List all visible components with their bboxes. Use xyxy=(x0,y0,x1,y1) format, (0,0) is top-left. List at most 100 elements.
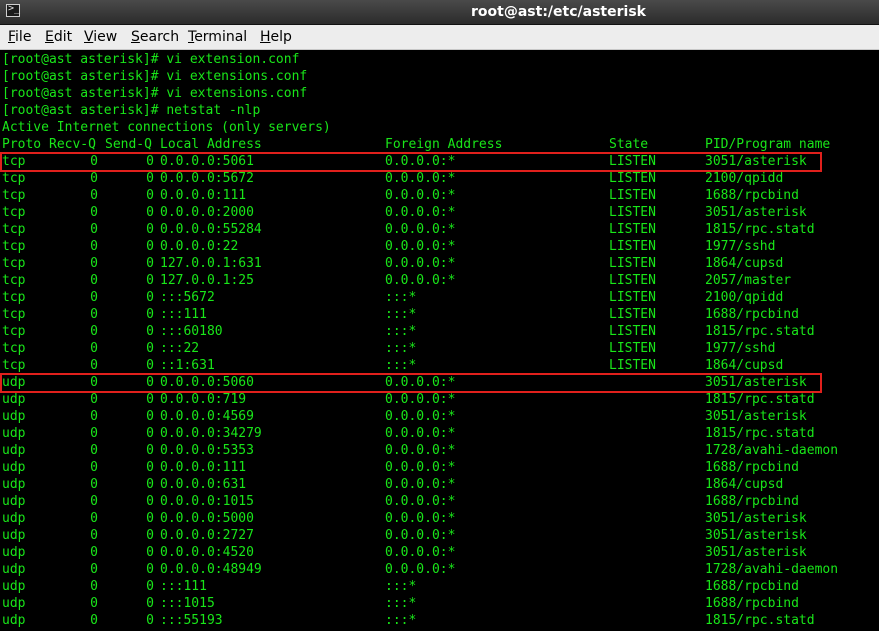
cell-sendq: 0 xyxy=(146,205,154,220)
cell-local: ::1:631 xyxy=(160,358,215,373)
cell-local: 0.0.0.0:48949 xyxy=(160,562,262,577)
cell-foreign: 0.0.0.0:* xyxy=(385,477,456,492)
cell-sendq: 0 xyxy=(146,409,154,424)
cell-pid: 2100/qpidd xyxy=(705,171,784,186)
window-title: root@ast:/etc/asterisk xyxy=(471,4,646,20)
cell-pid: 1977/sshd xyxy=(705,239,776,254)
cell-pid: 1688/rpcbind xyxy=(705,307,799,322)
cell-sendq: 0 xyxy=(146,494,154,509)
cell-pid: 1815/rpc.statd xyxy=(705,222,815,237)
column-header-pid: PID/Program name xyxy=(705,137,831,152)
cell-local: 0.0.0.0:5061 xyxy=(160,154,254,169)
cell-sendq: 0 xyxy=(146,358,154,373)
cell-sendq: 0 xyxy=(146,511,154,526)
cell-sendq: 0 xyxy=(146,545,154,560)
cell-foreign: :::* xyxy=(385,358,417,373)
menu-view[interactable]: View xyxy=(84,28,117,46)
cell-local: :::1015 xyxy=(160,596,215,611)
cell-state: LISTEN xyxy=(609,188,656,203)
cell-pid: 1864/cupsd xyxy=(705,256,784,271)
cell-local: :::22 xyxy=(160,341,200,356)
menu-terminal[interactable]: Terminal xyxy=(188,28,247,46)
cell-local: 0.0.0.0:34279 xyxy=(160,426,262,441)
cell-pid: 3051/asterisk xyxy=(705,205,807,220)
cell-pid: 2100/qpidd xyxy=(705,290,784,305)
cell-pid: 3051/asterisk xyxy=(705,409,807,424)
cell-local: 127.0.0.1:631 xyxy=(160,256,262,271)
cell-pid: 1977/sshd xyxy=(705,341,776,356)
column-header-sendq: Send-Q xyxy=(105,137,152,152)
cell-foreign: :::* xyxy=(385,613,417,628)
cell-foreign: :::* xyxy=(385,307,417,322)
cell-foreign: 0.0.0.0:* xyxy=(385,494,456,509)
menu-label: iew xyxy=(93,29,118,45)
menu-mnemonic: F xyxy=(8,29,16,45)
cell-state: LISTEN xyxy=(609,341,656,356)
cell-foreign: 0.0.0.0:* xyxy=(385,256,456,271)
cell-foreign: 0.0.0.0:* xyxy=(385,222,456,237)
cell-local: :::111 xyxy=(160,579,207,594)
cell-sendq: 0 xyxy=(146,613,154,628)
cell-state: LISTEN xyxy=(609,358,656,373)
cell-pid: 1688/rpcbind xyxy=(705,596,799,611)
cell-sendq: 0 xyxy=(146,460,154,475)
cell-pid: 1864/cupsd xyxy=(705,477,784,492)
menu-label: elp xyxy=(270,29,292,45)
cell-foreign: 0.0.0.0:* xyxy=(385,205,456,220)
cell-pid: 1688/rpcbind xyxy=(705,494,799,509)
cell-foreign: 0.0.0.0:* xyxy=(385,392,456,407)
cell-pid: 3051/asterisk xyxy=(705,375,807,390)
cell-sendq: 0 xyxy=(146,307,154,322)
cell-pid: 3051/asterisk xyxy=(705,154,807,169)
cell-local: 0.0.0.0:5672 xyxy=(160,171,254,186)
column-header-state: State xyxy=(609,137,649,152)
menu-label: erminal xyxy=(194,29,248,45)
cell-foreign: :::* xyxy=(385,596,417,611)
cell-local: 0.0.0.0:5000 xyxy=(160,511,254,526)
cell-sendq: 0 xyxy=(146,222,154,237)
cell-sendq: 0 xyxy=(146,426,154,441)
cell-sendq: 0 xyxy=(146,392,154,407)
cell-local: 0.0.0.0:111 xyxy=(160,188,247,203)
prompt-line: [root@ast asterisk]# netstat -nlp xyxy=(2,103,261,118)
menu-search[interactable]: Search xyxy=(131,28,179,46)
prompt-line: [root@ast asterisk]# vi extensions.conf xyxy=(2,86,308,101)
cell-local: 0.0.0.0:111 xyxy=(160,460,247,475)
menu-file[interactable]: File xyxy=(8,28,31,46)
cell-sendq: 0 xyxy=(146,324,154,339)
section-header: Active Internet connections (only server… xyxy=(2,120,331,135)
cell-pid: 3051/asterisk xyxy=(705,528,807,543)
cell-state: LISTEN xyxy=(609,307,656,322)
cell-pid: 1688/rpcbind xyxy=(705,579,799,594)
menu-mnemonic: S xyxy=(131,29,140,45)
cell-foreign: :::* xyxy=(385,290,417,305)
menu-help[interactable]: Help xyxy=(260,28,292,46)
cell-foreign: 0.0.0.0:* xyxy=(385,273,456,288)
cell-state: LISTEN xyxy=(609,239,656,254)
cell-state: LISTEN xyxy=(609,324,656,339)
menu-label: earch xyxy=(139,29,180,45)
cell-foreign: 0.0.0.0:* xyxy=(385,171,456,186)
cell-local: 0.0.0.0:1015 xyxy=(160,494,254,509)
cell-sendq: 0 xyxy=(146,443,154,458)
terminal-output[interactable]: [root@ast asterisk]# vi extension.conf [r… xyxy=(0,50,879,631)
column-header-foreign: Foreign Address xyxy=(385,137,503,152)
menu-mnemonic: E xyxy=(45,29,54,45)
cell-local: :::5672 xyxy=(160,290,215,305)
cell-sendq: 0 xyxy=(146,154,154,169)
cell-foreign: 0.0.0.0:* xyxy=(385,562,456,577)
cell-sendq: 0 xyxy=(146,562,154,577)
prompt-line: [root@ast asterisk]# vi extension.conf xyxy=(2,52,300,67)
cell-foreign: 0.0.0.0:* xyxy=(385,460,456,475)
title-bar[interactable]: >_ root@ast:/etc/asterisk xyxy=(0,0,879,25)
cell-sendq: 0 xyxy=(146,477,154,492)
menu-edit[interactable]: Edit xyxy=(45,28,72,46)
cell-foreign: 0.0.0.0:* xyxy=(385,409,456,424)
cell-sendq: 0 xyxy=(146,290,154,305)
cell-local: 0.0.0.0:4569 xyxy=(160,409,254,424)
cell-foreign: 0.0.0.0:* xyxy=(385,545,456,560)
cell-foreign: 0.0.0.0:* xyxy=(385,443,456,458)
cell-state: LISTEN xyxy=(609,256,656,271)
cell-local: 0.0.0.0:719 xyxy=(160,392,247,407)
prompt-line: [root@ast asterisk]# vi extensions.conf xyxy=(2,69,308,84)
